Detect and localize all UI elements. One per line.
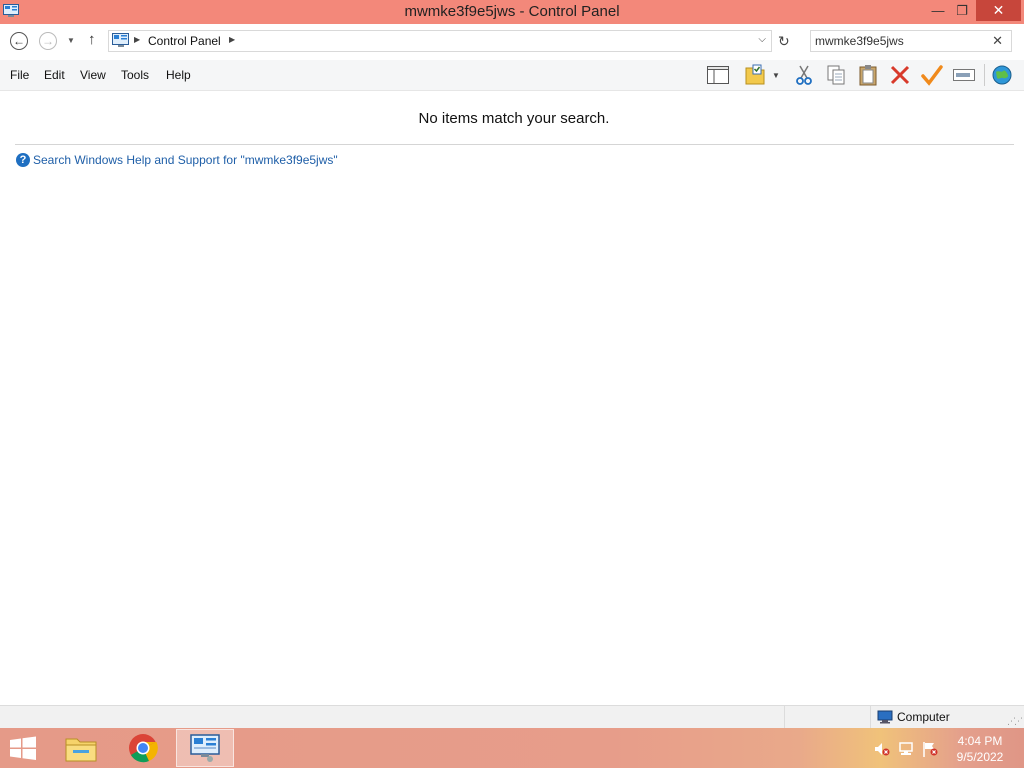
control-panel-icon (190, 734, 220, 762)
file-explorer-icon (65, 738, 97, 762)
back-button[interactable]: ← (10, 32, 28, 50)
control-panel-window: mwmke3f9e5jws - Control Panel — ❐ ✕ ← → … (0, 0, 1024, 728)
navigation-bar: ← → ▼ ↑ ▶ Control Panel ▶ ⌵ ↻ ✕ (0, 24, 1024, 60)
windows-start-icon[interactable] (8, 736, 38, 760)
close-button[interactable]: ✕ (976, 0, 1021, 21)
help-search-link[interactable]: ? Search Windows Help and Support for "m… (16, 153, 338, 167)
menu-edit[interactable]: Edit (44, 68, 65, 82)
search-input[interactable] (815, 33, 985, 49)
address-bar[interactable]: ▶ Control Panel ▶ ⌵ (108, 30, 772, 52)
status-divider (784, 706, 785, 728)
taskbar: 4:04 PM 9/5/2022 (0, 728, 1024, 768)
title-bar[interactable]: mwmke3f9e5jws - Control Panel — ❐ ✕ (0, 0, 1024, 24)
menu-view[interactable]: View (80, 68, 106, 82)
chrome-icon (129, 734, 158, 763)
no-results-message: No items match your search. (418, 110, 610, 127)
toolbar-separator (984, 64, 985, 86)
checkmark-icon[interactable] (920, 64, 944, 86)
status-location: Computer (897, 710, 950, 724)
taskbar-file-explorer[interactable] (52, 729, 110, 767)
status-divider (870, 706, 871, 728)
rename-icon[interactable] (952, 64, 976, 86)
clock-time: 4:04 PM (957, 734, 1003, 748)
help-question-icon: ? (16, 153, 30, 167)
taskbar-control-panel[interactable] (176, 729, 234, 767)
refresh-button[interactable]: ↻ (778, 33, 790, 50)
taskbar-chrome[interactable] (114, 729, 172, 767)
cut-icon[interactable] (792, 64, 816, 86)
window-title: mwmke3f9e5jws - Control Panel (404, 3, 620, 20)
properties-dropdown-icon[interactable]: ▼ (769, 64, 783, 86)
computer-icon (877, 710, 893, 724)
properties-icon[interactable] (744, 64, 768, 86)
menu-toolbar-row: File Edit View Tools Help ▼ (0, 60, 1024, 91)
clear-search-button[interactable]: ✕ (992, 33, 1003, 49)
network-icon[interactable] (898, 741, 914, 757)
restore-button[interactable]: ❐ (948, 0, 976, 21)
breadcrumb-control-panel[interactable]: Control Panel (148, 34, 221, 48)
copy-icon[interactable] (824, 64, 848, 86)
recent-locations-dropdown[interactable]: ▼ (67, 36, 75, 45)
control-panel-icon (112, 33, 129, 47)
clock-date: 9/5/2022 (956, 750, 1004, 764)
breadcrumb-chevron-icon[interactable]: ▶ (229, 35, 235, 44)
address-dropdown-icon[interactable]: ⌵ (758, 34, 766, 45)
menu-file[interactable]: File (10, 68, 29, 82)
menu-tools[interactable]: Tools (121, 68, 149, 82)
status-bar: Computer ⋰⋰ (0, 705, 1024, 728)
help-search-link-text[interactable]: Search Windows Help and Support for "mwm… (33, 153, 338, 167)
content-divider (15, 144, 1014, 145)
paste-icon[interactable] (856, 64, 880, 86)
globe-icon[interactable] (990, 64, 1014, 86)
breadcrumb-separator-icon[interactable]: ▶ (134, 35, 140, 44)
resize-grip-icon[interactable]: ⋰⋰ (1007, 716, 1023, 727)
menu-help[interactable]: Help (166, 68, 191, 82)
speaker-muted-icon[interactable] (874, 741, 890, 757)
search-box[interactable]: ✕ (810, 30, 1012, 52)
delete-icon[interactable] (888, 64, 912, 86)
up-button[interactable]: ↑ (88, 31, 96, 48)
forward-button[interactable]: → (39, 32, 57, 50)
action-center-flag-icon[interactable] (922, 741, 938, 757)
layout-pane-icon[interactable] (706, 64, 730, 86)
taskbar-clock[interactable]: 4:04 PM 9/5/2022 (948, 733, 1012, 765)
